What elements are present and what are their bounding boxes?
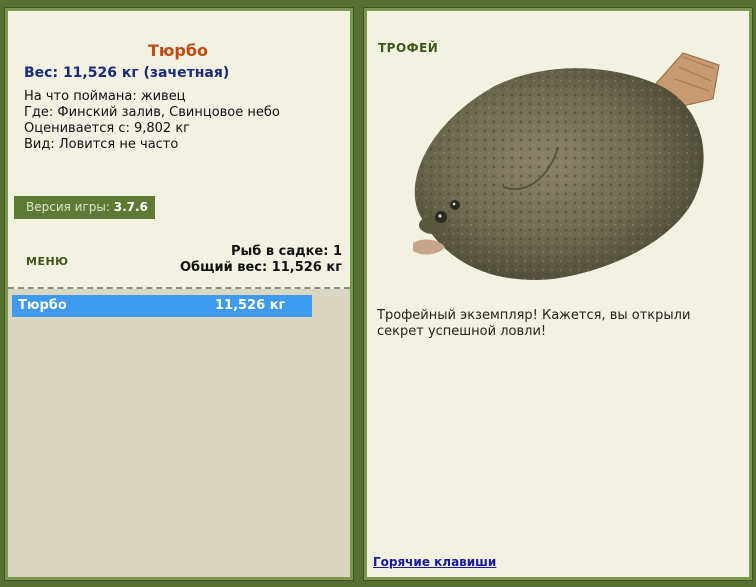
menu-button[interactable]: МЕНЮ (26, 255, 69, 268)
fish-list: Тюрбо 11,526 кг (8, 289, 350, 577)
fish-count: Рыб в садке: 1 (230, 244, 342, 259)
game-version: Версия игры: 3.7.6 (14, 196, 155, 219)
total-weight: Общий вес: 11,526 кг (179, 260, 342, 275)
catch-info-panel: Тюрбо Вес: 11,526 кг (зачетная) На что п… (4, 7, 354, 581)
fish-weight: Вес: 11,526 кг (зачетная) (24, 65, 230, 81)
trophy-label: ТРОФЕЙ (378, 41, 439, 55)
list-item[interactable]: Тюрбо 11,526 кг (12, 295, 312, 317)
location-info: Где: Финский залив, Свинцовое небо (24, 105, 280, 120)
trophy-panel: ТРОФЕЙ Трофейный экземпляр! Кажется, вы … (363, 7, 753, 581)
list-item-weight: 11,526 кг (215, 298, 286, 313)
bait-info: На что поймана: живец (24, 89, 186, 104)
turbot-fish-image (413, 52, 720, 280)
list-item-name: Тюрбо (18, 298, 67, 313)
version-label: Версия игры: (26, 200, 110, 214)
fish-name: Тюрбо (147, 41, 209, 60)
hotkeys-link[interactable]: Горячие клавиши (373, 555, 496, 569)
frequency-info: Вид: Ловится не часто (24, 137, 179, 152)
trophy-message: Трофейный экземпляр! Кажется, вы открыли… (377, 308, 691, 339)
version-value: 3.7.6 (113, 200, 148, 214)
value-info: Оценивается с: 9,802 кг (24, 121, 191, 136)
tank-stats: Рыб в садке: 1 Общий вес: 11,526 кг (180, 244, 342, 276)
